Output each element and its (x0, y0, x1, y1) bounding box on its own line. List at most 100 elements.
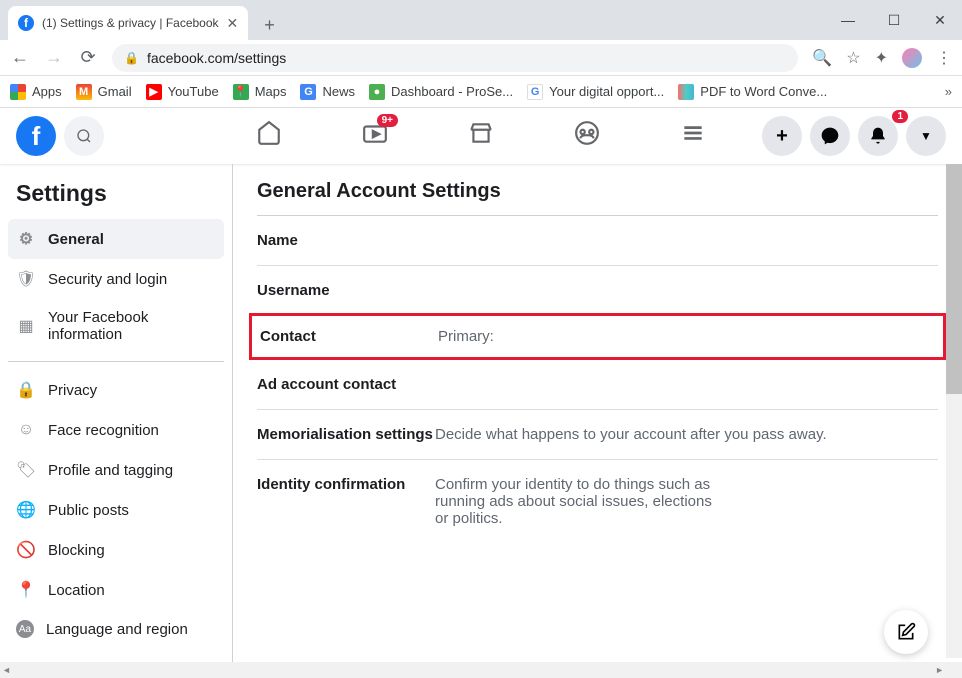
gmail-icon: M (76, 84, 92, 100)
youtube-icon: ▶ (146, 84, 162, 100)
settings-sidebar: Settings ⚙General 🛡Security and login ▦Y… (0, 164, 232, 678)
sidebar-item-public-posts[interactable]: 🌐Public posts (8, 490, 224, 530)
pdf-icon (678, 84, 694, 100)
row-value: Decide what happens to your account afte… (435, 426, 827, 443)
row-identity-confirmation[interactable]: Identity confirmation Confirm your ident… (257, 460, 938, 543)
row-label: Name (257, 232, 435, 249)
settings-main: General Account Settings Name Username C… (232, 164, 962, 678)
watch-icon[interactable]: 9+ (362, 120, 388, 153)
notifications-button[interactable]: 1 (858, 116, 898, 156)
new-tab-button[interactable]: + (256, 11, 283, 40)
language-icon: Aa (16, 620, 34, 638)
tab-title: (1) Settings & privacy | Facebook (42, 16, 219, 30)
sidebar-item-face-recognition[interactable]: ☺Face recognition (8, 410, 224, 450)
face-icon: ☺ (16, 420, 36, 440)
bookmark-pdf[interactable]: PDF to Word Conve... (678, 84, 827, 100)
row-label: Identity confirmation (257, 476, 435, 527)
forward-button[interactable]: → (44, 47, 64, 68)
facebook-center-nav: 9+ (256, 120, 706, 153)
url-field[interactable]: 🔒 facebook.com/settings (112, 44, 798, 72)
close-window-button[interactable]: ✕ (926, 6, 954, 34)
menu-icon[interactable] (680, 120, 706, 153)
row-ad-account-contact[interactable]: Ad account contact (257, 360, 938, 410)
row-name[interactable]: Name (257, 216, 938, 266)
window-controls: — ☐ ✕ (834, 0, 954, 40)
groups-icon[interactable] (574, 120, 600, 153)
sidebar-item-privacy[interactable]: 🔒Privacy (8, 370, 224, 410)
row-label: Username (257, 282, 435, 299)
row-value: Primary: (438, 328, 494, 345)
sidebar-item-profile-tagging[interactable]: 🏷Profile and tagging (8, 450, 224, 490)
scrollbar-thumb[interactable] (946, 164, 962, 394)
zoom-icon[interactable]: 🔍 (812, 48, 832, 68)
maps-icon: 📍 (233, 84, 249, 100)
bookmark-youtube[interactable]: ▶YouTube (146, 84, 219, 100)
facebook-header: f 9+ + 1 ▼ (0, 108, 962, 164)
row-label: Contact (260, 328, 438, 345)
bookmark-news[interactable]: GNews (300, 84, 355, 100)
bookmark-star-icon[interactable]: ☆ (846, 48, 860, 68)
page-title: General Account Settings (257, 180, 938, 203)
bookmark-maps[interactable]: 📍Maps (233, 84, 287, 100)
horizontal-scrollbar[interactable] (0, 662, 962, 678)
content: Settings ⚙General 🛡Security and login ▦Y… (0, 164, 962, 678)
dashboard-icon: ● (369, 84, 385, 100)
row-contact[interactable]: Contact Primary: (249, 313, 946, 360)
facebook-favicon: f (18, 15, 34, 31)
address-bar: ← → ⟳ 🔒 facebook.com/settings 🔍 ☆ ✦ ⋮ (0, 40, 962, 76)
create-button[interactable]: + (762, 116, 802, 156)
bookmarks-overflow-icon[interactable]: » (945, 84, 952, 99)
globe-icon: 🌐 (16, 500, 36, 520)
marketplace-icon[interactable] (468, 120, 494, 153)
browser-tab[interactable]: f (1) Settings & privacy | Facebook ✕ (8, 6, 248, 40)
sidebar-item-security[interactable]: 🛡Security and login (8, 259, 224, 299)
reload-button[interactable]: ⟳ (78, 47, 98, 68)
url-text: facebook.com/settings (147, 50, 286, 66)
news-icon: G (300, 84, 316, 100)
grid-icon: ▦ (16, 316, 36, 336)
lock-icon: 🔒 (124, 51, 139, 65)
bookmark-dashboard[interactable]: ●Dashboard - ProSe... (369, 84, 513, 100)
back-button[interactable]: ← (10, 47, 30, 68)
messenger-button[interactable] (810, 116, 850, 156)
extensions-icon[interactable]: ✦ (875, 48, 888, 68)
location-icon: 📍 (16, 580, 36, 600)
compose-fab[interactable] (884, 610, 928, 654)
sidebar-item-location[interactable]: 📍Location (8, 570, 224, 610)
home-icon[interactable] (256, 120, 282, 153)
browser-tab-strip: f (1) Settings & privacy | Facebook ✕ + … (0, 0, 962, 40)
bookmark-google[interactable]: GYour digital opport... (527, 84, 664, 100)
sidebar-divider (8, 361, 224, 362)
minimize-button[interactable]: — (834, 6, 862, 34)
watch-badge: 9+ (377, 114, 398, 127)
block-icon: 🚫 (16, 540, 36, 560)
bookmark-gmail[interactable]: MGmail (76, 84, 132, 100)
sidebar-item-your-information[interactable]: ▦Your Facebook information (8, 299, 224, 353)
apps-icon (10, 84, 26, 100)
row-label: Ad account contact (257, 376, 435, 393)
row-username[interactable]: Username (257, 266, 938, 316)
row-value: Confirm your identity to do things such … (435, 476, 715, 527)
account-menu-button[interactable]: ▼ (906, 116, 946, 156)
sidebar-item-general[interactable]: ⚙General (8, 219, 224, 259)
close-tab-icon[interactable]: ✕ (227, 15, 239, 32)
notifications-badge: 1 (892, 110, 908, 123)
row-memorialisation[interactable]: Memorialisation settings Decide what hap… (257, 410, 938, 460)
search-button[interactable] (64, 116, 104, 156)
sidebar-title: Settings (16, 180, 216, 207)
browser-menu-icon[interactable]: ⋮ (936, 48, 952, 68)
lock-icon: 🔒 (16, 380, 36, 400)
row-label: Memorialisation settings (257, 426, 435, 443)
sidebar-item-language[interactable]: AaLanguage and region (8, 610, 224, 648)
sidebar-item-blocking[interactable]: 🚫Blocking (8, 530, 224, 570)
shield-icon: 🛡 (16, 269, 36, 289)
tag-icon: 🏷 (16, 460, 36, 480)
maximize-button[interactable]: ☐ (880, 6, 908, 34)
facebook-right-actions: + 1 ▼ (762, 116, 946, 156)
google-icon: G (527, 84, 543, 100)
bookmarks-bar: Apps MGmail ▶YouTube 📍Maps GNews ●Dashbo… (0, 76, 962, 108)
facebook-logo[interactable]: f (16, 116, 56, 156)
profile-avatar[interactable] (902, 48, 922, 68)
gear-icon: ⚙ (16, 229, 36, 249)
bookmark-apps[interactable]: Apps (10, 84, 62, 100)
